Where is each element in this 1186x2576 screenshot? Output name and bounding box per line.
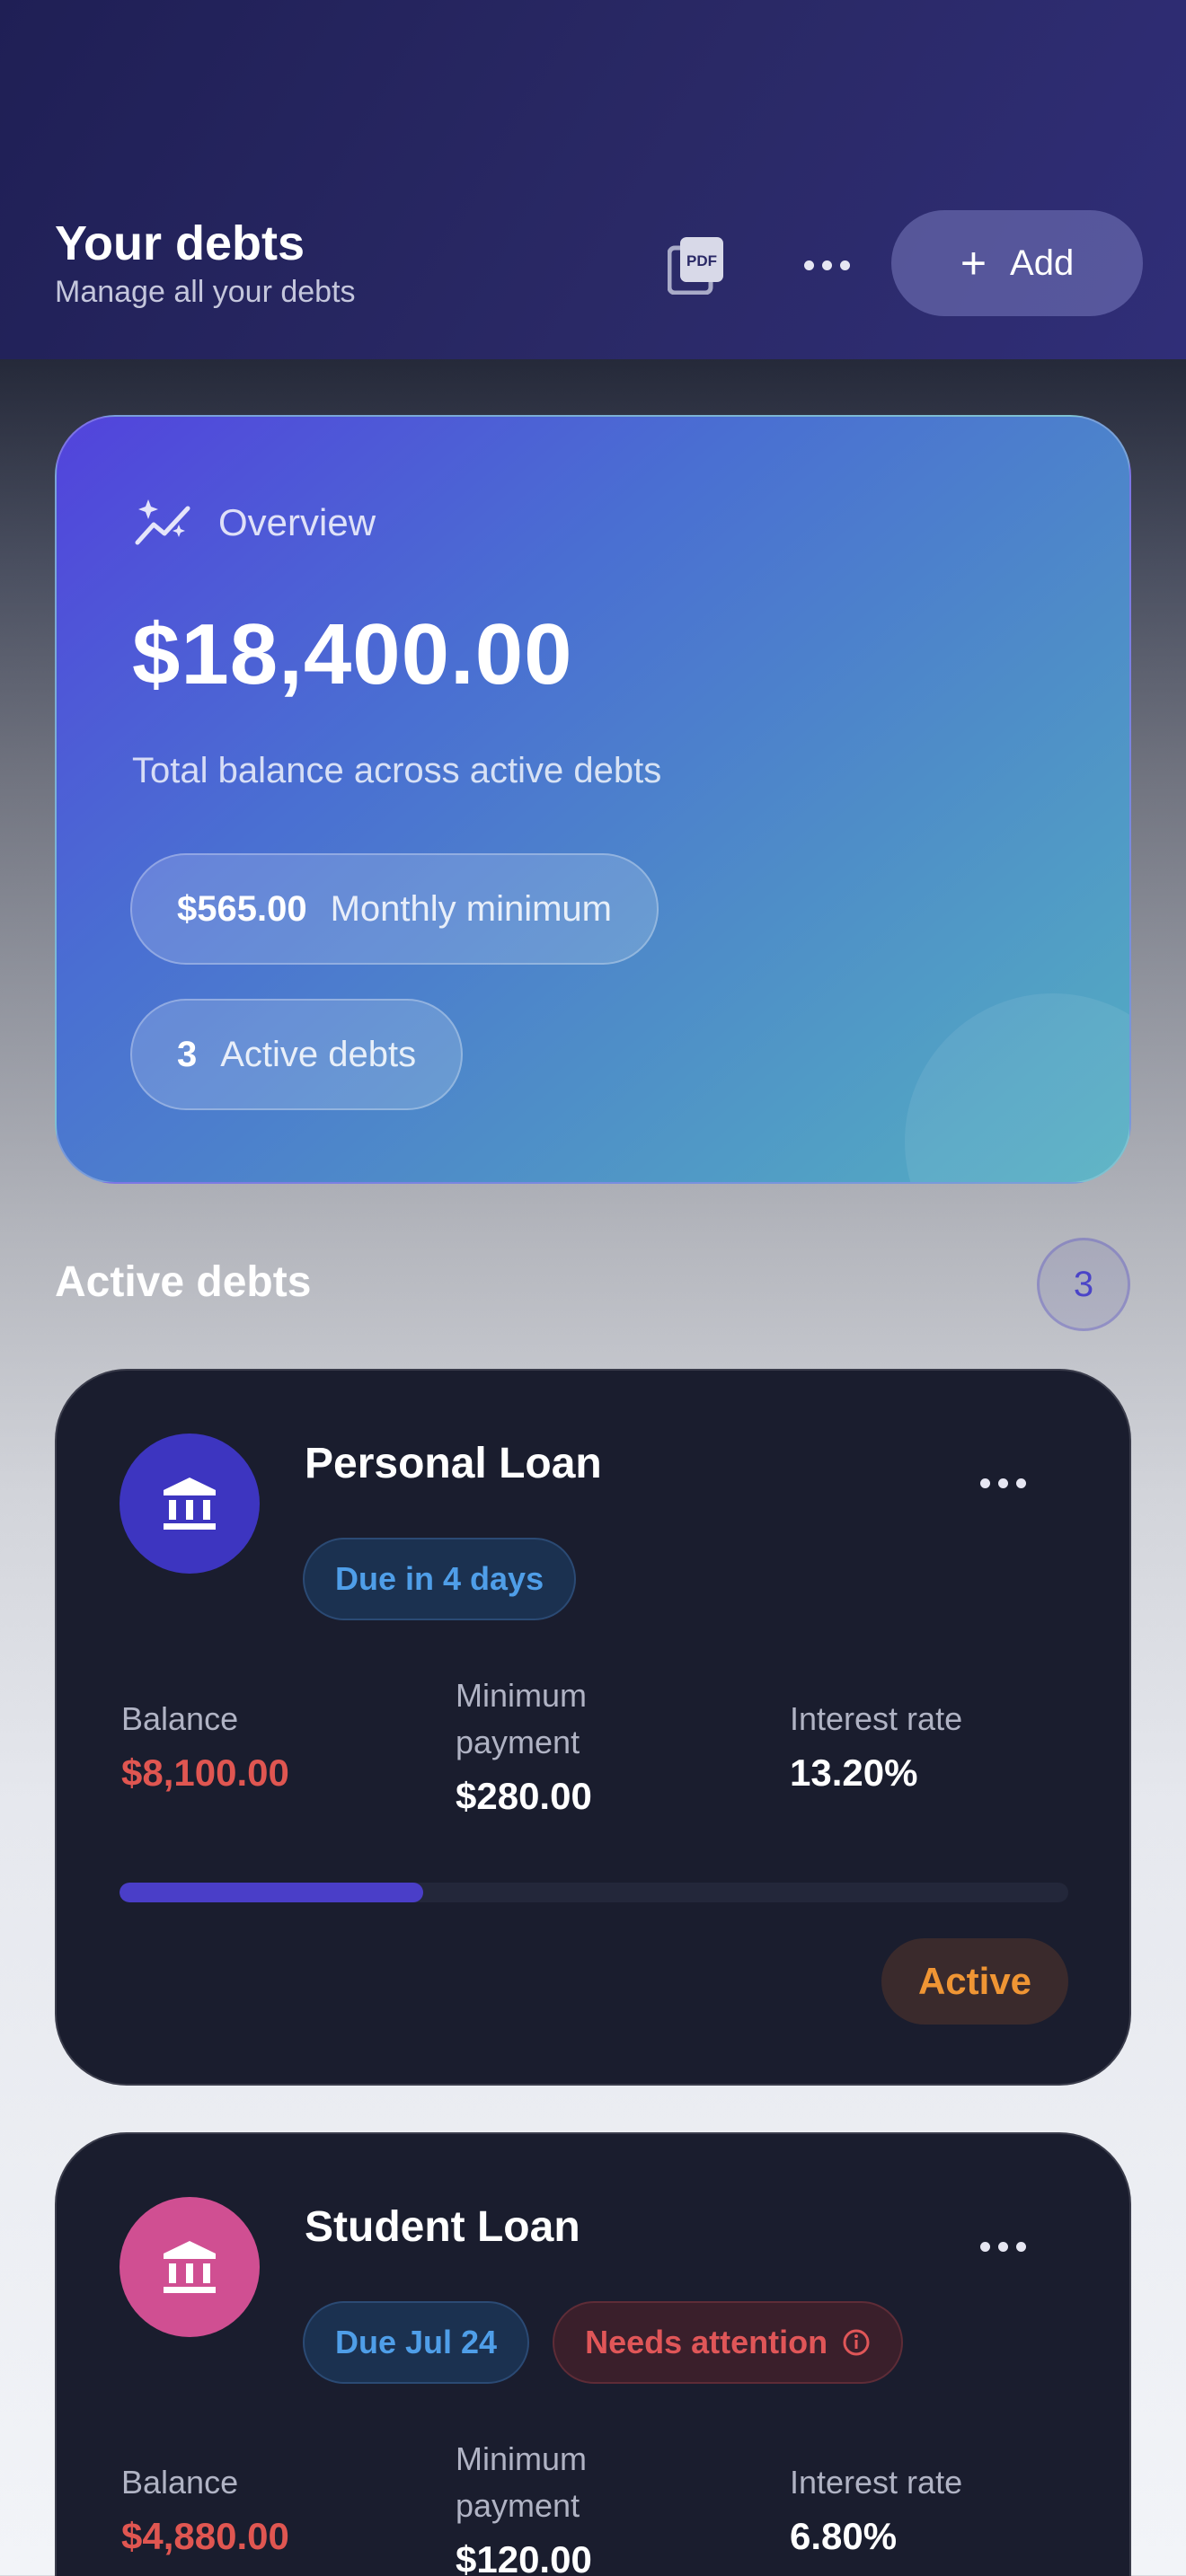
balance-value: $4,880.00 (121, 2515, 289, 2557)
debt-card-student-loan[interactable]: Student Loan Due Jul 24 Needs attention … (55, 2132, 1131, 2576)
more-dot (998, 2242, 1008, 2252)
pdf-icon: PDF (668, 237, 723, 295)
plus-icon: + (960, 238, 987, 288)
minimum-payment-stat: Minimum payment $280.00 (456, 1672, 653, 1818)
active-debts-value: 3 (177, 1034, 198, 1074)
header-more-button[interactable] (791, 232, 863, 298)
due-badge: Due Jul 24 (303, 2301, 530, 2384)
add-button-label: Add (1010, 243, 1075, 283)
total-balance: $18,400.00 (132, 606, 573, 702)
payoff-progress-fill (119, 1883, 423, 1902)
page-subtitle: Manage all your debts (55, 275, 356, 309)
monthly-minimum-value: $565.00 (177, 888, 307, 929)
bank-icon (164, 2241, 216, 2293)
section-title: Active debts (55, 1258, 312, 1306)
interest-rate-label: Interest rate (790, 2464, 963, 2501)
export-pdf-button[interactable]: PDF (663, 232, 730, 298)
add-debt-button[interactable]: + Add (891, 210, 1143, 316)
debt-avatar (119, 1434, 260, 1574)
interest-rate-stat: Interest rate 13.20% (790, 1696, 962, 1795)
debt-card-personal-loan[interactable]: Personal Loan Due in 4 days Balance $8,1… (55, 1369, 1131, 2086)
minimum-payment-label: Minimum payment (456, 2440, 588, 2524)
balance-stat: Balance $8,100.00 (121, 1696, 289, 1795)
needs-attention-label: Needs attention (585, 2324, 828, 2360)
debt-badges: Due in 4 days (303, 1538, 577, 1620)
sparkle-chart-icon (135, 499, 190, 545)
more-horizontal-icon (980, 1478, 990, 1488)
overview-header: Overview (134, 498, 376, 548)
minimum-payment-stat: Minimum payment $120.00 (456, 2436, 653, 2576)
more-dot (998, 1478, 1008, 1488)
active-debts-label: Active debts (220, 1034, 417, 1074)
minimum-payment-label: Minimum payment (456, 1677, 588, 1760)
needs-attention-badge[interactable]: Needs attention (553, 2301, 904, 2384)
more-horizontal-icon (980, 2242, 990, 2252)
section-count-badge: 3 (1037, 1238, 1130, 1331)
interest-rate-label: Interest rate (790, 1700, 963, 1737)
debt-more-button[interactable] (980, 2242, 1026, 2252)
payoff-progress-bar (119, 1883, 1068, 1902)
balance-stat: Balance $4,880.00 (121, 2459, 289, 2558)
interest-rate-value: 6.80% (790, 2515, 898, 2557)
interest-rate-value: 13.20% (790, 1751, 918, 1794)
debt-badges: Due Jul 24 Needs attention (303, 2301, 904, 2384)
debt-avatar (119, 2197, 260, 2337)
monthly-minimum-label: Monthly minimum (330, 888, 612, 929)
status-badge: Active (881, 1938, 1068, 2025)
debt-name: Student Loan (305, 2203, 580, 2251)
page-title: Your debts (55, 216, 305, 270)
svg-text:PDF: PDF (686, 252, 717, 269)
interest-rate-stat: Interest rate 6.80% (790, 2459, 962, 2558)
debt-name: Personal Loan (305, 1440, 602, 1487)
balance-label: Balance (121, 1700, 239, 1737)
balance-value: $8,100.00 (121, 1751, 289, 1794)
minimum-payment-value: $280.00 (456, 1775, 592, 1817)
total-balance-description: Total balance across active debts (132, 751, 662, 790)
bank-icon (164, 1478, 216, 1530)
due-badge: Due in 4 days (303, 1538, 577, 1620)
overview-label: Overview (218, 501, 376, 543)
active-debts-pill: 3 Active debts (130, 999, 464, 1110)
more-dot (1016, 2242, 1026, 2252)
monthly-minimum-pill: $565.00 Monthly minimum (130, 853, 659, 965)
info-icon (843, 2329, 870, 2356)
more-dot (821, 260, 832, 270)
more-dot (1016, 1478, 1026, 1488)
balance-label: Balance (121, 2464, 239, 2501)
debt-more-button[interactable] (980, 1478, 1026, 1488)
header: Your debts Manage all your debts PDF + A… (0, 0, 1186, 359)
overview-card: Overview $18,400.00 Total balance across… (55, 415, 1131, 1184)
more-horizontal-icon (803, 260, 814, 270)
overview-decoration (905, 993, 1129, 1182)
more-dot (839, 260, 850, 270)
minimum-payment-value: $120.00 (456, 2538, 592, 2576)
